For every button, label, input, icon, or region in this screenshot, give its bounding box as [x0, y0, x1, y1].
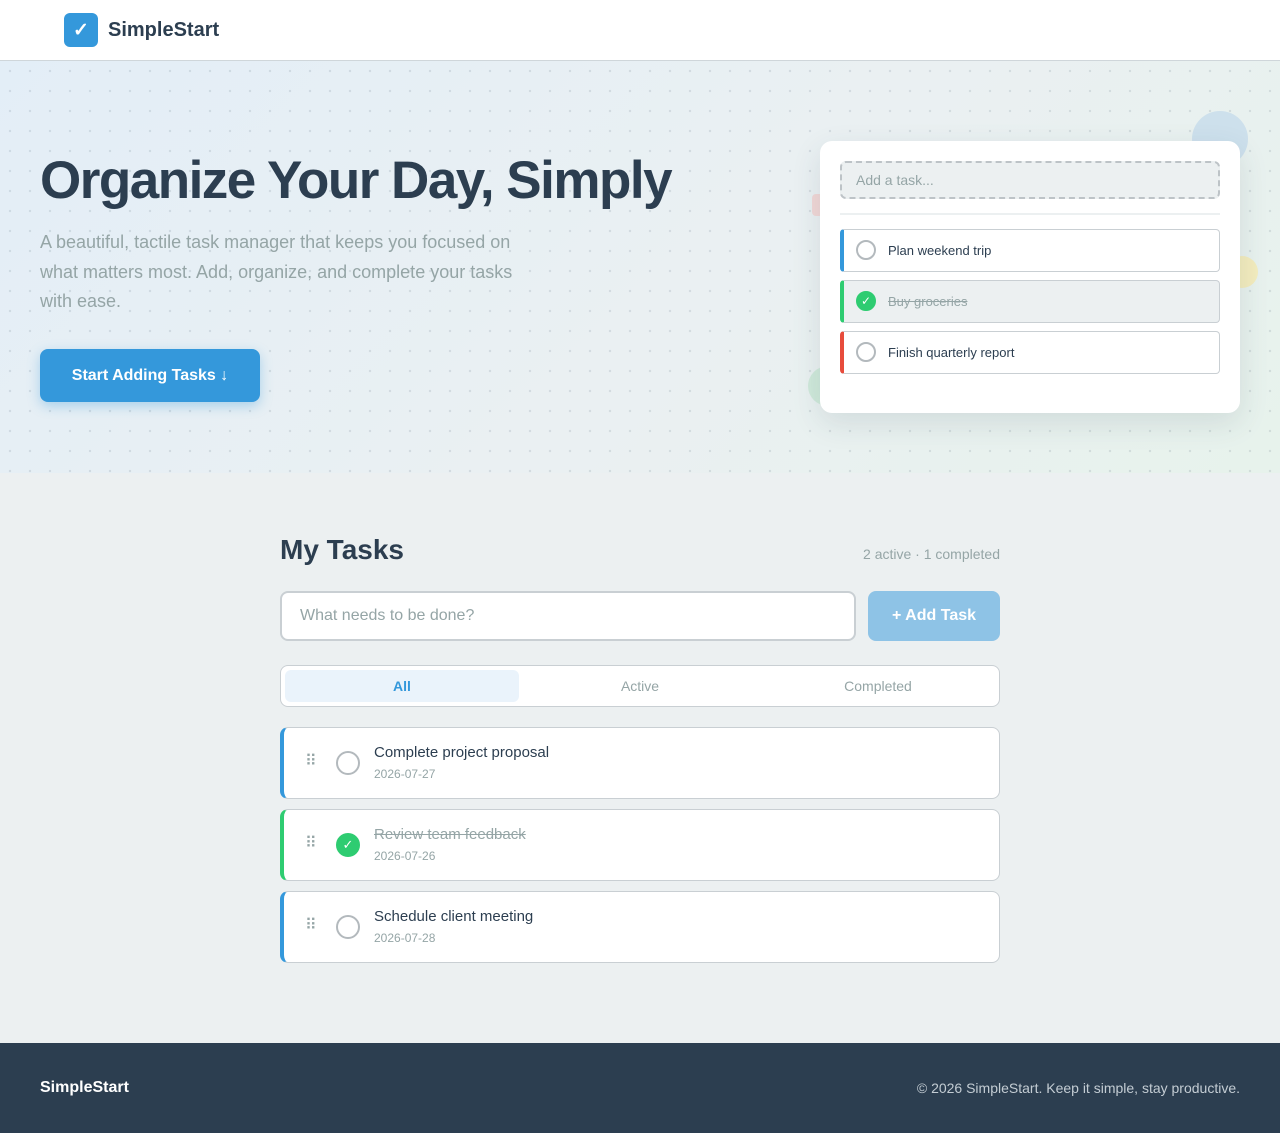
task-count-summary: 2 active · 1 completed — [863, 546, 1000, 562]
task-item[interactable]: ⠿ Schedule client meeting 2026-07-28 — [280, 891, 1000, 963]
preview-task-label: Plan weekend trip — [888, 243, 992, 258]
task-title: Schedule client meeting — [374, 908, 534, 925]
checkmark-icon[interactable]: ✓ — [64, 13, 98, 47]
footer-copyright: © 2026 SimpleStart. Keep it simple, stay… — [916, 1080, 1240, 1096]
task-preview-card: Add a task... Plan weekend trip ✓ Buy gr… — [820, 141, 1240, 413]
drag-handle-icon[interactable]: ⠿ — [305, 833, 317, 853]
unchecked-circle-icon[interactable] — [856, 342, 876, 362]
drag-handle-icon[interactable]: ⠿ — [305, 751, 317, 771]
tab-active[interactable]: Active — [523, 670, 757, 702]
hero-subtitle: A beautiful, tactile task manager that k… — [40, 232, 513, 311]
start-adding-tasks-button[interactable]: Start Adding Tasks ↓ — [40, 349, 260, 402]
unchecked-circle-icon[interactable] — [856, 240, 876, 260]
task-date: 2026-07-26 — [374, 849, 436, 863]
drag-handle-icon[interactable]: ⠿ — [305, 915, 317, 935]
task-title: Complete project proposal — [374, 744, 550, 761]
unchecked-circle-icon[interactable] — [336, 915, 360, 939]
add-task-button[interactable]: + Add Task — [868, 591, 1000, 641]
task-item[interactable]: ⠿ ✓ Review team feedback 2026-07-26 — [280, 809, 1000, 881]
task-title: Review team feedback — [374, 826, 526, 843]
preview-task-item[interactable]: ✓ Buy groceries — [840, 280, 1220, 323]
footer-brand: SimpleStart — [40, 1079, 129, 1096]
filter-tabs: All Active Completed — [280, 665, 1000, 707]
tab-completed[interactable]: Completed — [761, 670, 995, 702]
preview-task-label: Finish quarterly report — [888, 345, 1015, 360]
new-task-input[interactable] — [280, 591, 856, 641]
preview-task-item[interactable]: Finish quarterly report — [840, 331, 1220, 374]
top-navbar: ✓ SimpleStart — [0, 0, 1280, 61]
unchecked-circle-icon[interactable] — [336, 751, 360, 775]
brand-name[interactable]: SimpleStart — [108, 19, 219, 42]
hero-title: Organize Your Day, Simply — [40, 151, 673, 210]
section-title: My Tasks — [280, 534, 404, 565]
preview-task-label: Buy groceries — [888, 294, 968, 309]
tab-all[interactable]: All — [285, 670, 519, 702]
footer: SimpleStart © 2026 SimpleStart. Keep it … — [0, 1043, 1280, 1133]
hero-section: Organize Your Day, Simply A beautiful, t… — [0, 61, 1280, 473]
task-item[interactable]: ⠿ Complete project proposal 2026-07-27 — [280, 727, 1000, 799]
checked-circle-icon[interactable]: ✓ — [856, 291, 876, 311]
divider — [840, 213, 1220, 215]
task-date: 2026-07-27 — [374, 767, 436, 781]
task-date: 2026-07-28 — [374, 931, 436, 945]
preview-add-task-input[interactable]: Add a task... — [840, 161, 1220, 199]
checked-circle-icon[interactable]: ✓ — [336, 833, 360, 857]
preview-task-item[interactable]: Plan weekend trip — [840, 229, 1220, 272]
